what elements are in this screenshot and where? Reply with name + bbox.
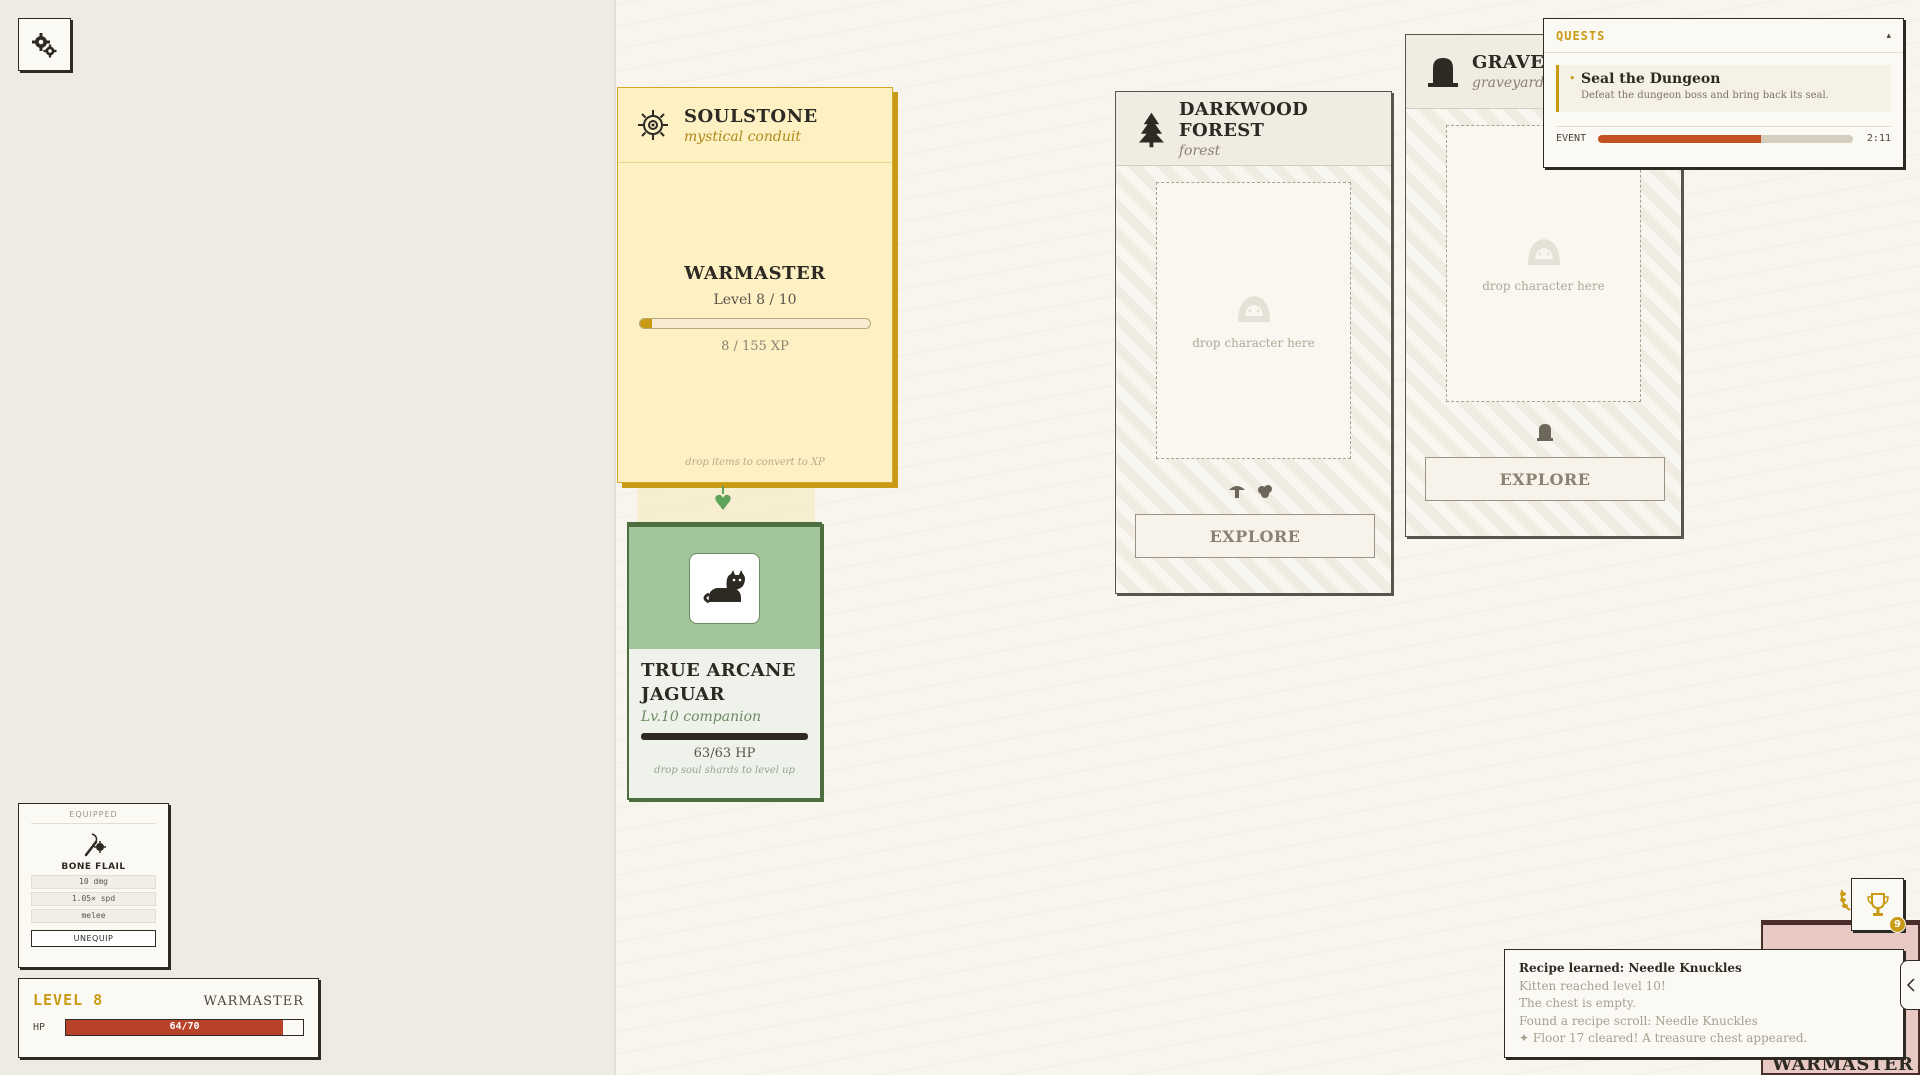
equipped-item-card: EQUIPPED BONE FLAIL 10 dmg 1.05× spd mel… (18, 803, 169, 968)
stat-range: melee (31, 909, 156, 923)
tombstone-icon (1428, 57, 1458, 87)
location-card-darkwood-forest[interactable]: DARKWOOD FOREST forest drop character he… (1115, 91, 1392, 594)
soulstone-title: SOULSTONE (684, 105, 818, 127)
explore-button[interactable]: EXPLORE (1425, 457, 1665, 501)
soulstone-subtitle: mystical conduit (684, 128, 801, 145)
tombstone-icon (1537, 424, 1553, 441)
character-drop-zone[interactable]: drop character here (1156, 182, 1351, 459)
soulstone-icon (638, 110, 668, 140)
unequip-button[interactable]: UNEQUIP (31, 930, 156, 947)
equipped-label: EQUIPPED (31, 810, 156, 824)
hp-label: HP (33, 1022, 46, 1033)
companion-card[interactable]: TRUE ARCANE JAGUAR Lv.10 companion 63/63… (627, 522, 822, 800)
bullet-icon: • (1569, 72, 1576, 85)
tree-icon (1138, 112, 1164, 147)
log-entry: ✦ Floor 17 cleared! A treasure chest app… (1519, 1031, 1808, 1045)
log-entry: The chest is empty. (1519, 996, 1636, 1010)
side-panel-toggle[interactable] (1900, 960, 1920, 1010)
log-entry: Recipe learned: Needle Knuckles (1519, 961, 1742, 975)
stat-damage: 10 dmg (31, 875, 156, 889)
location-title: DARKWOOD FOREST (1178, 98, 1308, 141)
hp-bar: 64/70 (65, 1019, 304, 1036)
companion-hp-bar (641, 733, 808, 740)
xp-value: 8 / 155 XP (721, 339, 789, 354)
companion-hint: drop soul shards to level up (654, 765, 795, 776)
event-label: EVENT (1556, 133, 1587, 144)
quests-title: QUESTS (1556, 28, 1606, 43)
stat-speed: 1.05× spd (31, 892, 156, 906)
companion-name: TRUE ARCANE JAGUAR (641, 660, 796, 705)
event-timer-fill (1598, 134, 1762, 143)
companion-hp-value: 63/63 HP (693, 746, 756, 761)
heart-connector-icon (715, 486, 731, 510)
drop-zone-text: drop character here (1192, 335, 1315, 350)
xp-bar-fill (640, 319, 652, 328)
laurel-icon (1840, 889, 1851, 911)
soulstone-level: Level 8 / 10 (713, 292, 797, 308)
achievements-count-badge: 9 (1889, 916, 1906, 933)
cat-icon (703, 570, 745, 604)
event-time: 2:11 (1866, 133, 1891, 144)
location-subtitle: forest (1178, 142, 1221, 159)
event-log: Recipe learned: Needle Knuckles Kitten r… (1504, 949, 1904, 1058)
herb-icon (1258, 485, 1272, 498)
log-entry: Found a recipe scroll: Needle Knuckles (1519, 1013, 1758, 1028)
mushroom-icon (1229, 486, 1245, 498)
soulstone-hint: drop items to convert to XP (685, 457, 825, 468)
hooded-figure-icon (1237, 295, 1270, 322)
log-entry: Kitten reached level 10! (1519, 978, 1666, 993)
hp-value: 64/70 (169, 1021, 200, 1032)
flail-icon (84, 833, 106, 857)
collapse-icon[interactable]: ▴ (1886, 31, 1891, 41)
explore-button[interactable]: EXPLORE (1135, 514, 1375, 558)
drop-zone-text: drop character here (1482, 278, 1605, 293)
gear-icon (31, 32, 56, 57)
settings-gear-button[interactable] (18, 18, 71, 71)
quests-panel: QUESTS ▴ • Seal the Dungeon Defeat the d… (1543, 18, 1904, 168)
quest-description: Defeat the dungeon boss and bring back i… (1581, 90, 1829, 101)
trophy-icon (1866, 892, 1889, 916)
event-timer-bar (1598, 134, 1853, 143)
companion-avatar (689, 552, 760, 624)
equipped-item-name: BONE FLAIL (61, 862, 126, 872)
soulstone-class: WARMASTER (684, 263, 826, 284)
player-class: WARMASTER (203, 994, 304, 1009)
player-level: LEVEL 8 (33, 991, 104, 1009)
quest-item[interactable]: • Seal the Dungeon Defeat the dungeon bo… (1556, 65, 1891, 112)
soulstone-card[interactable]: SOULSTONE mystical conduit WARMASTER Lev… (617, 87, 893, 483)
xp-bar (639, 318, 871, 329)
chevron-icon (1906, 978, 1915, 992)
hooded-figure-icon (1527, 238, 1560, 265)
player-status-card: LEVEL 8 WARMASTER HP 64/70 (18, 978, 319, 1058)
quest-name: Seal the Dungeon (1581, 71, 1721, 87)
companion-subtitle: Lv.10 companion (641, 709, 762, 725)
